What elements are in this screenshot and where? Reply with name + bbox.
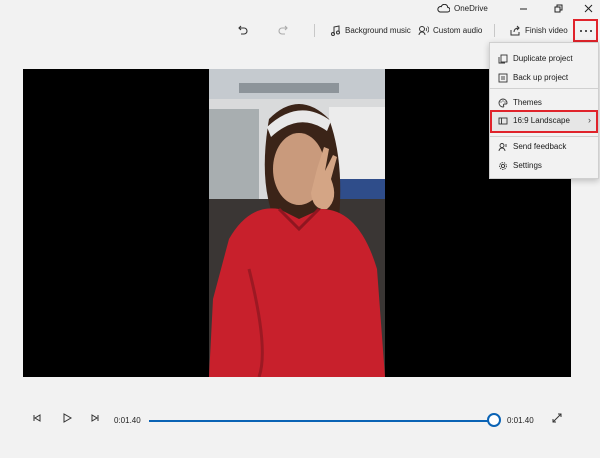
- minimize-icon: [519, 8, 527, 9]
- feedback-icon: [498, 143, 507, 152]
- background-music-label: Background music: [345, 25, 411, 35]
- custom-audio-label: Custom audio: [433, 25, 483, 35]
- toolbar-separator: [314, 24, 315, 37]
- redo-button[interactable]: [278, 18, 290, 42]
- menu-item-label: Settings: [513, 161, 542, 170]
- palette-icon: [498, 98, 508, 108]
- menu-item-label: Themes: [513, 98, 542, 107]
- menu-item-label: Send feedback: [513, 142, 567, 151]
- fullscreen-icon: [552, 413, 562, 423]
- onedrive-label: OneDrive: [454, 3, 488, 13]
- music-note-icon: [331, 24, 340, 36]
- redo-icon: [278, 25, 288, 35]
- gear-icon: [499, 162, 507, 170]
- seek-bar-track[interactable]: [149, 420, 494, 422]
- close-window-button[interactable]: [576, 0, 600, 16]
- fullscreen-button[interactable]: [550, 411, 564, 425]
- background-music-button[interactable]: Background music: [330, 18, 411, 42]
- previous-frame-icon: [33, 414, 41, 422]
- duplicate-icon: [498, 54, 508, 64]
- title-bar: OneDrive: [0, 0, 600, 16]
- menu-item-back-up-project[interactable]: Back up project: [490, 68, 598, 88]
- seek-bar-thumb[interactable]: [487, 413, 501, 427]
- menu-item-label: Back up project: [513, 73, 569, 82]
- menu-separator: [490, 88, 598, 89]
- finish-video-button[interactable]: Finish video: [510, 18, 568, 42]
- previous-frame-button[interactable]: [30, 411, 44, 425]
- menu-item-aspect-ratio[interactable]: 16:9 Landscape ›: [490, 110, 598, 133]
- share-export-icon: [510, 25, 520, 35]
- menu-item-duplicate-project[interactable]: Duplicate project: [490, 49, 598, 69]
- custom-audio-icon: [418, 25, 429, 35]
- menu-item-label: Duplicate project: [513, 54, 573, 63]
- toolbar: Background music Custom audio Finish vid…: [0, 18, 600, 42]
- video-frame: [209, 69, 385, 377]
- toolbar-separator: [494, 24, 495, 37]
- minimize-button[interactable]: [511, 0, 535, 16]
- menu-item-send-feedback[interactable]: Send feedback: [490, 137, 598, 157]
- restore-button[interactable]: [546, 0, 570, 16]
- chevron-right-icon: ›: [588, 115, 591, 125]
- play-button[interactable]: [60, 411, 74, 425]
- play-icon: [63, 413, 73, 423]
- cloud-icon: [437, 3, 450, 12]
- restore-icon: [554, 4, 562, 12]
- backup-icon: [498, 73, 508, 83]
- aspect-ratio-icon: [498, 117, 508, 125]
- menu-item-label: 16:9 Landscape: [513, 116, 570, 125]
- finish-video-label: Finish video: [525, 25, 568, 35]
- menu-item-settings[interactable]: Settings: [490, 156, 598, 176]
- undo-button[interactable]: [236, 18, 248, 42]
- custom-audio-button[interactable]: Custom audio: [418, 18, 482, 42]
- next-frame-icon: [91, 414, 99, 422]
- total-time: 0:01.40: [507, 416, 534, 425]
- undo-icon: [238, 25, 248, 35]
- onedrive-status[interactable]: OneDrive: [437, 2, 488, 14]
- more-options-menu: Duplicate project Back up project Themes…: [489, 42, 599, 179]
- video-frame-image: [209, 69, 385, 377]
- current-time: 0:01.40: [114, 416, 141, 425]
- ellipsis-icon: [579, 29, 592, 32]
- close-icon: [584, 4, 592, 12]
- next-frame-button[interactable]: [88, 411, 102, 425]
- more-options-button[interactable]: [573, 19, 598, 42]
